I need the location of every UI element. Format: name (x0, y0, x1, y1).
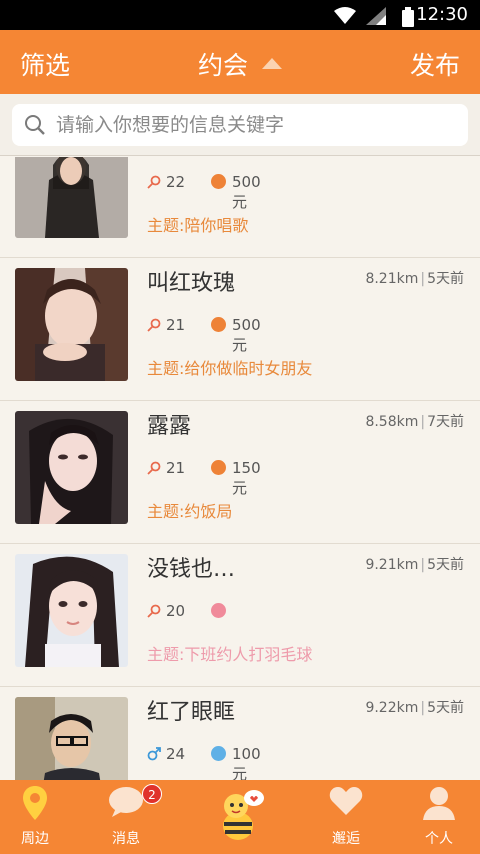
payment-icon (211, 317, 226, 332)
bottom-tab-bar: 周边 2 消息 邂逅 个人 (0, 780, 480, 854)
topic: 主题:陪你唱歌 (147, 216, 249, 235)
female-icon (147, 604, 161, 618)
tab-nearby[interactable]: 周边 (0, 780, 70, 854)
payment-icon (211, 460, 226, 475)
posted-time: 7天前 (427, 414, 464, 430)
distance: 9.22km (365, 700, 419, 716)
tab-label: 消息 (112, 831, 140, 847)
search-area (0, 94, 480, 156)
distance-time: 8.58km | 7天前 (365, 414, 464, 430)
user-name: 叫红玫瑰 (147, 271, 236, 296)
avatar[interactable] (15, 268, 128, 381)
distance-time: 8.21km | 5天前 (365, 271, 464, 287)
topic: 主题:给你做临时女朋友 (147, 359, 313, 378)
status-time: 12:30 (416, 4, 468, 25)
age: 21 (166, 459, 186, 477)
list-item[interactable]: 露露 8.58km | 7天前 21 150元 主题:约饭局 (0, 401, 480, 544)
list-item[interactable]: 没钱也… 9.21km | 5天前 20 主题:下班约人打羽毛球 (0, 544, 480, 687)
posted-time: 5天前 (427, 271, 464, 287)
bee-mascot-icon (223, 790, 264, 840)
distance-time: 9.22km | 5天前 (365, 700, 464, 716)
user-name: 露露 (147, 414, 192, 439)
search-icon (25, 115, 45, 135)
female-icon (147, 318, 161, 332)
posted-time: 5天前 (427, 557, 464, 573)
caret-up-icon (262, 58, 282, 69)
female-icon (147, 175, 161, 189)
list-item[interactable]: 红了眼眶 9.22km | 5天前 24 100元 (0, 687, 480, 780)
battery-icon (402, 7, 414, 27)
age: 22 (166, 173, 186, 191)
posted-time: 5天前 (427, 700, 464, 716)
search-box[interactable] (12, 104, 468, 146)
payment-icon (211, 746, 226, 761)
avatar[interactable] (15, 554, 128, 667)
user-name: 没钱也… (147, 557, 236, 582)
title-bar: 筛选 约会 发布 (0, 30, 480, 94)
distance: 9.21km (365, 557, 419, 573)
age: 20 (166, 602, 186, 620)
chat-bubble-icon (109, 787, 143, 817)
female-icon (147, 461, 161, 475)
distance-time: 9.21km | 5天前 (365, 557, 464, 573)
age: 24 (166, 745, 186, 763)
cell-signal-icon (366, 7, 386, 25)
tab-encounter[interactable]: 邂逅 (310, 780, 382, 854)
user-name: 红了眼眶 (147, 700, 236, 725)
date-list[interactable]: 22 500元 主题:陪你唱歌 叫红玫瑰 8.21km | 5天前 21 500元 … (0, 157, 480, 780)
person-icon (423, 787, 455, 820)
status-bar: 12:30 (0, 0, 480, 30)
location-pin-icon (23, 786, 47, 820)
topic: 主题:下班约人打羽毛球 (147, 645, 313, 664)
title-dropdown[interactable]: 约会 (0, 46, 480, 82)
avatar[interactable] (15, 411, 128, 524)
avatar[interactable] (15, 697, 128, 780)
list-item[interactable]: 叫红玫瑰 8.21km | 5天前 21 500元 主题:给你做临时女朋友 (0, 258, 480, 401)
male-icon (147, 747, 161, 761)
distance: 8.58km (365, 414, 419, 430)
price: 500元 (232, 173, 261, 211)
search-input[interactable] (56, 104, 456, 146)
distance: 8.21km (365, 271, 419, 287)
list-item[interactable]: 22 500元 主题:陪你唱歌 (0, 157, 480, 258)
tab-profile[interactable]: 个人 (403, 780, 475, 854)
publish-button[interactable]: 发布 (410, 46, 460, 82)
price: 100元 (232, 745, 261, 780)
payment-icon (211, 174, 226, 189)
tab-label: 周边 (21, 831, 49, 847)
heart-icon (329, 787, 363, 815)
tab-messages[interactable]: 2 消息 (90, 780, 162, 854)
age: 21 (166, 316, 186, 334)
price: 150元 (232, 459, 261, 497)
topic: 主题:约饭局 (147, 502, 233, 521)
tab-label: 个人 (425, 831, 453, 847)
wifi-icon (334, 7, 356, 24)
tab-label: 邂逅 (332, 831, 360, 847)
tab-mascot[interactable] (205, 780, 275, 854)
free-icon (211, 603, 226, 618)
avatar[interactable] (15, 157, 128, 238)
unread-badge: 2 (142, 784, 162, 804)
price: 500元 (232, 316, 261, 354)
page-title: 约会 (197, 51, 248, 80)
